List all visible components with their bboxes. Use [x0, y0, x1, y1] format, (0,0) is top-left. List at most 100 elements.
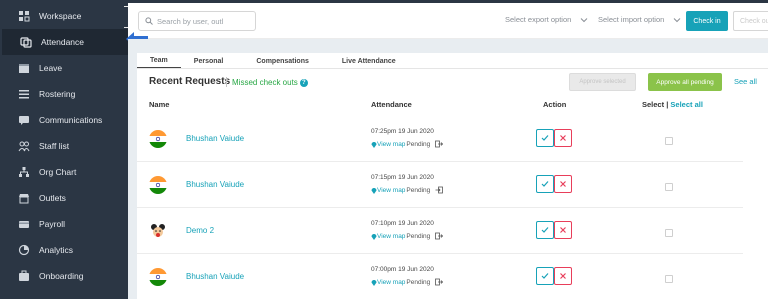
search-box[interactable] — [138, 11, 256, 31]
status-text: Pending — [406, 140, 431, 148]
check-icon — [541, 227, 549, 233]
status-text: Pending — [406, 186, 431, 194]
see-all-link[interactable]: See all — [734, 77, 757, 86]
column-header-select: Select | Select all — [642, 100, 703, 109]
sidebar-item-label: Leave — [39, 63, 63, 73]
view-map-link[interactable]: View map Pending — [371, 186, 444, 194]
payroll-icon — [18, 218, 30, 230]
sidebar-item-payroll[interactable]: Payroll — [0, 211, 128, 237]
column-header-name: Name — [149, 100, 170, 109]
help-icon[interactable]: ? — [299, 78, 308, 87]
enter-icon — [435, 186, 444, 194]
view-map-link[interactable]: View map Pending — [371, 232, 444, 240]
check-out-button[interactable]: Check out — [733, 11, 768, 31]
table-row: Demo 2 07:10pm 19 Jun 2020 View map Pend… — [137, 209, 743, 254]
view-map-link[interactable]: View map Pending — [371, 140, 444, 148]
approve-button[interactable] — [536, 129, 554, 147]
missed-check-outs-label: Missed check outs — [232, 78, 298, 87]
employee-name[interactable]: Bhushan Vaiude — [186, 134, 244, 143]
approve-button[interactable] — [536, 267, 554, 285]
india-flag-avatar — [149, 268, 167, 286]
tab-compensations[interactable]: Compensations — [236, 53, 329, 69]
approve-button[interactable] — [536, 175, 554, 193]
communications-icon — [18, 114, 30, 126]
chevron-down-icon — [580, 17, 588, 22]
india-flag-avatar — [149, 130, 167, 148]
tab-live-attendance[interactable]: Live Attendance — [329, 53, 409, 69]
status-text: Pending — [406, 278, 431, 286]
check-icon — [541, 273, 549, 279]
missed-check-outs-link[interactable]: Missed check outs ? — [232, 78, 308, 87]
view-map-link[interactable]: View map Pending — [371, 278, 444, 286]
sidebar-item-workspace[interactable]: Workspace — [0, 3, 128, 29]
sidebar-item-onboarding[interactable]: Onboarding — [0, 263, 128, 289]
check-in-button[interactable]: Check in — [686, 11, 728, 31]
export-select-label: Select export option — [505, 15, 572, 24]
view-map-label: View map — [377, 140, 406, 148]
row-checkbox[interactable] — [665, 275, 673, 283]
sidebar-item-communications[interactable]: Communications — [0, 107, 128, 133]
approve-all-pending-button[interactable]: Approve all pending — [648, 73, 722, 91]
reject-button[interactable] — [554, 221, 572, 239]
view-map-label: View map — [377, 278, 406, 286]
view-map-label: View map — [377, 232, 406, 240]
employee-name[interactable]: Bhushan Vaiude — [186, 180, 244, 189]
reject-button[interactable] — [554, 175, 572, 193]
employee-name[interactable]: Demo 2 — [186, 226, 214, 235]
close-icon — [560, 227, 566, 233]
check-icon — [541, 181, 549, 187]
table-row: Bhushan Vaiude 07:00pm 19 Jun 2020 View … — [137, 255, 743, 299]
analytics-icon — [18, 244, 30, 256]
attendance-time: 07:25pm 19 Jun 2020 — [371, 128, 434, 135]
view-map-label: View map — [377, 186, 406, 194]
sidebar-item-label: Onboarding — [39, 271, 84, 281]
sidebar: Workspace Attendance Leave Rostering Com… — [0, 0, 128, 299]
onboarding-icon — [18, 270, 30, 282]
sidebar-item-analytics[interactable]: Analytics — [0, 237, 128, 263]
sidebar-item-label: Workspace — [39, 11, 82, 21]
top-bar: Select export option Select import optio… — [128, 3, 768, 39]
status-text: Pending — [406, 232, 431, 240]
title-divider — [226, 77, 227, 87]
close-icon — [560, 181, 566, 187]
import-select[interactable]: Select import option — [598, 15, 681, 24]
sidebar-item-outlets[interactable]: Outlets — [0, 185, 128, 211]
row-checkbox[interactable] — [665, 183, 673, 191]
reject-button[interactable] — [554, 129, 572, 147]
tab-team[interactable]: Team — [137, 53, 181, 69]
sidebar-item-attendance[interactable]: Attendance — [0, 29, 128, 55]
sidebar-item-org-chart[interactable]: Org Chart — [0, 159, 128, 185]
sidebar-item-rostering[interactable]: Rostering — [0, 81, 128, 107]
import-select-label: Select import option — [598, 15, 665, 24]
table-row: Bhushan Vaiude 07:15pm 19 Jun 2020 View … — [137, 163, 743, 208]
recent-requests-title: Recent Requests — [149, 76, 231, 87]
tab-personal[interactable]: Personal — [181, 53, 237, 69]
reject-button[interactable] — [554, 267, 572, 285]
approve-button[interactable] — [536, 221, 554, 239]
india-flag-avatar — [149, 176, 167, 194]
exit-icon — [435, 278, 444, 286]
export-select[interactable]: Select export option — [505, 15, 588, 24]
select-all-link[interactable]: Select all — [670, 100, 703, 109]
row-checkbox[interactable] — [665, 137, 673, 145]
workspace-icon — [18, 10, 30, 22]
employee-name[interactable]: Bhushan Vaiude — [186, 272, 244, 281]
row-checkbox[interactable] — [665, 229, 673, 237]
sidebar-item-label: Rostering — [39, 89, 76, 99]
outlets-icon — [18, 192, 30, 204]
org-chart-icon — [18, 166, 30, 178]
close-icon — [560, 135, 566, 141]
attendance-time: 07:00pm 19 Jun 2020 — [371, 266, 434, 273]
sidebar-item-staff-list[interactable]: Staff list — [0, 133, 128, 159]
sidebar-item-label: Staff list — [39, 141, 70, 151]
check-icon — [541, 135, 549, 141]
approve-selected-button[interactable]: Approve selected — [569, 73, 636, 91]
sidebar-item-label: Analytics — [39, 245, 74, 255]
sidebar-item-label: Communications — [39, 115, 103, 125]
tabs-divider — [137, 68, 768, 69]
rostering-icon — [18, 88, 30, 100]
column-header-action: Action — [543, 100, 567, 109]
tab-bar: Team Personal Compensations Live Attenda… — [137, 53, 409, 69]
sidebar-item-leave[interactable]: Leave — [0, 55, 128, 81]
search-input[interactable] — [157, 16, 252, 26]
